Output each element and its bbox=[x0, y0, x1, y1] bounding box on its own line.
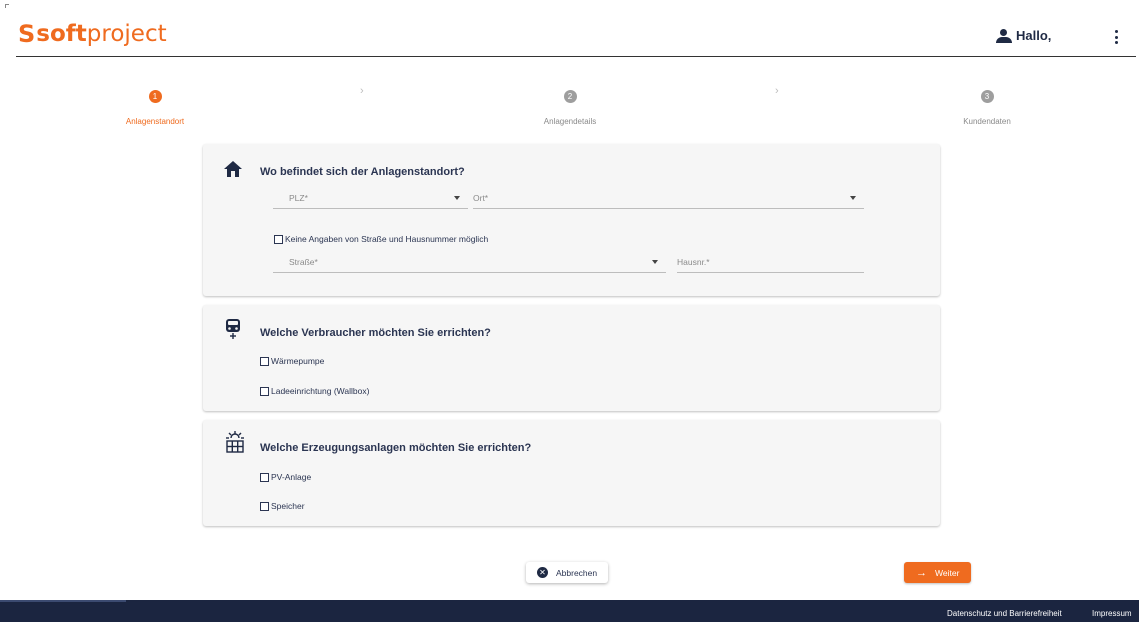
street-select[interactable]: Straße* bbox=[273, 251, 666, 273]
chevron-right-icon: › bbox=[360, 85, 364, 97]
wallbox-option[interactable]: Ladeeinrichtung (Wallbox) bbox=[260, 386, 369, 396]
step-kundendaten[interactable]: 3 Kundendaten bbox=[917, 90, 1057, 126]
dropdown-arrow-icon bbox=[652, 260, 658, 264]
imprint-link[interactable]: Impressum bbox=[1092, 609, 1132, 618]
step-label: Kundendaten bbox=[963, 117, 1011, 126]
generation-title: Welche Erzeugungsanlagen möchten Sie err… bbox=[260, 442, 532, 454]
corner-mark bbox=[5, 4, 9, 8]
heat-pump-checkbox[interactable] bbox=[260, 356, 269, 366]
logo-soft-text: soft bbox=[36, 21, 87, 47]
arrow-right-icon: → bbox=[916, 566, 927, 579]
pv-label: PV-Anlage bbox=[271, 472, 312, 482]
step-label: Anlagenstandort bbox=[125, 117, 185, 126]
step-label: Anlagendetails bbox=[543, 117, 597, 126]
storage-option[interactable]: Speicher bbox=[260, 501, 305, 511]
step-number-badge: 1 bbox=[148, 90, 162, 103]
step-number-badge: 2 bbox=[563, 90, 577, 103]
step-anlagenstandort[interactable]: 1 Anlagenstandort bbox=[85, 90, 225, 126]
storage-label: Speicher bbox=[271, 501, 305, 511]
pv-checkbox[interactable] bbox=[260, 472, 269, 482]
next-label: Weiter bbox=[935, 567, 960, 578]
location-title: Wo befindet sich der Anlagenstandort? bbox=[260, 166, 465, 178]
logo-project-text: project bbox=[86, 21, 167, 47]
home-icon bbox=[223, 160, 243, 183]
next-button[interactable]: → Weiter bbox=[904, 562, 971, 583]
header-divider bbox=[16, 56, 1136, 57]
house-number-input[interactable]: Hausnr.* bbox=[677, 251, 864, 273]
user-greeting: Hallo, bbox=[1016, 28, 1052, 43]
wallbox-label: Ladeeinrichtung (Wallbox) bbox=[271, 386, 370, 396]
logo-s-mark: S bbox=[18, 20, 36, 48]
consumers-title: Welche Verbraucher möchten Sie errichten… bbox=[260, 327, 491, 339]
ort-placeholder: Ort* bbox=[473, 193, 489, 203]
cancel-button[interactable]: ✕ Abbrechen bbox=[526, 562, 608, 583]
privacy-link[interactable]: Datenschutz und Barrierefreiheit bbox=[947, 609, 1062, 618]
cancel-circle-icon: ✕ bbox=[537, 567, 548, 578]
dropdown-arrow-icon bbox=[454, 196, 460, 200]
step-anlagendetails[interactable]: 2 Anlagendetails bbox=[500, 90, 640, 126]
no-street-checkbox-row[interactable]: Keine Angaben von Straße und Hausnummer … bbox=[274, 234, 488, 244]
no-street-checkbox[interactable] bbox=[274, 234, 283, 244]
more-vert-icon[interactable] bbox=[1111, 30, 1121, 44]
cancel-label: Abbrechen bbox=[556, 567, 598, 578]
car-icon bbox=[223, 317, 243, 346]
dropdown-arrow-icon bbox=[850, 196, 856, 200]
ort-select[interactable]: Ort* bbox=[473, 187, 864, 209]
house-number-placeholder: Hausnr.* bbox=[677, 257, 710, 267]
no-street-label: Keine Angaben von Straße und Hausnummer … bbox=[285, 234, 489, 244]
step-number-badge: 3 bbox=[980, 90, 994, 103]
app-header: S soft project Hallo, bbox=[0, 0, 1139, 58]
solar-panel-icon bbox=[223, 430, 247, 461]
plz-placeholder: PLZ* bbox=[289, 193, 308, 203]
footer-accent bbox=[0, 600, 126, 602]
storage-checkbox[interactable] bbox=[260, 501, 269, 511]
heat-pump-label: Wärmepumpe bbox=[271, 356, 325, 366]
wallbox-checkbox[interactable] bbox=[260, 386, 269, 396]
generation-card: Welche Erzeugungsanlagen möchten Sie err… bbox=[203, 420, 940, 526]
consumers-card: Welche Verbraucher möchten Sie errichten… bbox=[203, 305, 940, 411]
plz-select[interactable]: PLZ* bbox=[273, 187, 468, 209]
page: S soft project Hallo, 1 Anlagenstandort … bbox=[0, 0, 1139, 622]
street-placeholder: Straße* bbox=[289, 257, 318, 267]
pv-option[interactable]: PV-Anlage bbox=[260, 472, 311, 482]
chevron-right-icon: › bbox=[775, 85, 779, 97]
softproject-logo[interactable]: S soft project bbox=[18, 20, 167, 48]
location-card: Wo befindet sich der Anlagenstandort? PL… bbox=[203, 144, 940, 296]
user-icon bbox=[996, 28, 1012, 43]
heat-pump-option[interactable]: Wärmepumpe bbox=[260, 356, 324, 366]
user-menu[interactable]: Hallo, bbox=[996, 28, 1051, 43]
